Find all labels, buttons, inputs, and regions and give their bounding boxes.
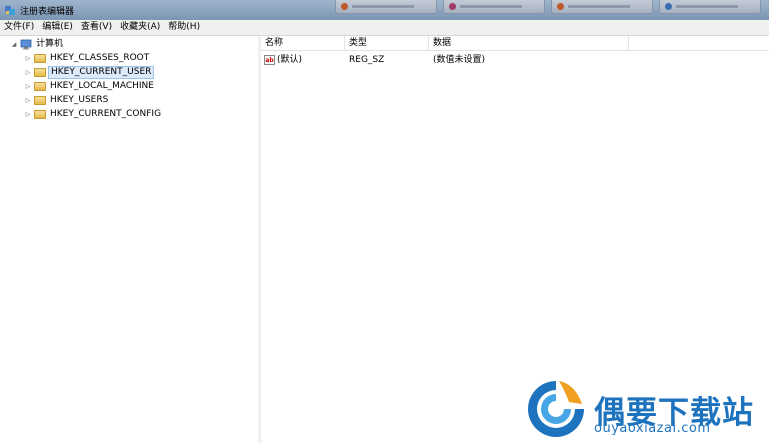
- registry-tree: ◢ 计算机 ▷ HKEY_CLASSES_ROOT ▷ HKEY_CURRENT…: [4, 36, 259, 443]
- string-value-icon: ab: [264, 55, 275, 65]
- column-header-filler: [629, 36, 769, 51]
- folder-icon: [34, 95, 46, 106]
- tree-node-label: HKEY_CLASSES_ROOT: [50, 53, 150, 63]
- column-header-type[interactable]: 类型: [345, 36, 429, 51]
- window-title: 注册表编辑器: [20, 7, 75, 17]
- column-header-data[interactable]: 数据: [429, 36, 629, 51]
- expand-arrow-icon[interactable]: ▷: [24, 80, 32, 93]
- watermark-logo: [528, 381, 584, 437]
- expand-arrow-icon[interactable]: ▷: [24, 66, 32, 79]
- value-name: (默认): [277, 55, 303, 65]
- value-data: (数值未设置): [433, 55, 486, 65]
- column-header-name[interactable]: 名称: [261, 36, 345, 51]
- tree-node-label: HKEY_USERS: [50, 95, 109, 105]
- background-tab[interactable]: [659, 0, 761, 14]
- folder-icon: [34, 67, 46, 78]
- menu-view[interactable]: 查看(V): [77, 20, 116, 35]
- tree-node-label: HKEY_CURRENT_CONFIG: [50, 109, 162, 119]
- menu-favorites[interactable]: 收藏夹(A): [116, 20, 164, 35]
- value-row[interactable]: ab (默认): [261, 53, 345, 67]
- folder-icon: [34, 53, 46, 64]
- menu-file[interactable]: 文件(F): [0, 20, 38, 35]
- menu-edit[interactable]: 编辑(E): [38, 20, 77, 35]
- watermark-url: ouyaoxiazai.com: [594, 421, 711, 436]
- collapse-arrow-icon[interactable]: ◢: [10, 38, 18, 51]
- registry-editor-icon: [5, 6, 15, 15]
- menu-bar: 文件(F) 编辑(E) 查看(V) 收藏夹(A) 帮助(H): [0, 20, 769, 36]
- background-tab[interactable]: [551, 0, 653, 14]
- tree-node-label: 计算机: [36, 39, 64, 49]
- background-tab[interactable]: [443, 0, 545, 14]
- tree-node-label: HKEY_LOCAL_MACHINE: [50, 81, 154, 91]
- expand-arrow-icon[interactable]: ▷: [24, 94, 32, 107]
- folder-icon: [34, 109, 46, 120]
- values-list: 名称 类型 数据 ab (默认) REG_SZ (数值未设置): [261, 36, 769, 443]
- title-bar: 注册表编辑器: [0, 0, 769, 20]
- menu-help[interactable]: 帮助(H): [164, 20, 204, 35]
- expand-arrow-icon[interactable]: ▷: [24, 108, 32, 121]
- folder-icon: [34, 81, 46, 92]
- computer-icon: [20, 39, 32, 50]
- tree-node-label: HKEY_CURRENT_USER: [48, 66, 155, 79]
- value-type: REG_SZ: [349, 55, 385, 65]
- background-taskbar-tabs: [335, 0, 767, 14]
- background-tab[interactable]: [335, 0, 437, 14]
- expand-arrow-icon[interactable]: ▷: [24, 52, 32, 65]
